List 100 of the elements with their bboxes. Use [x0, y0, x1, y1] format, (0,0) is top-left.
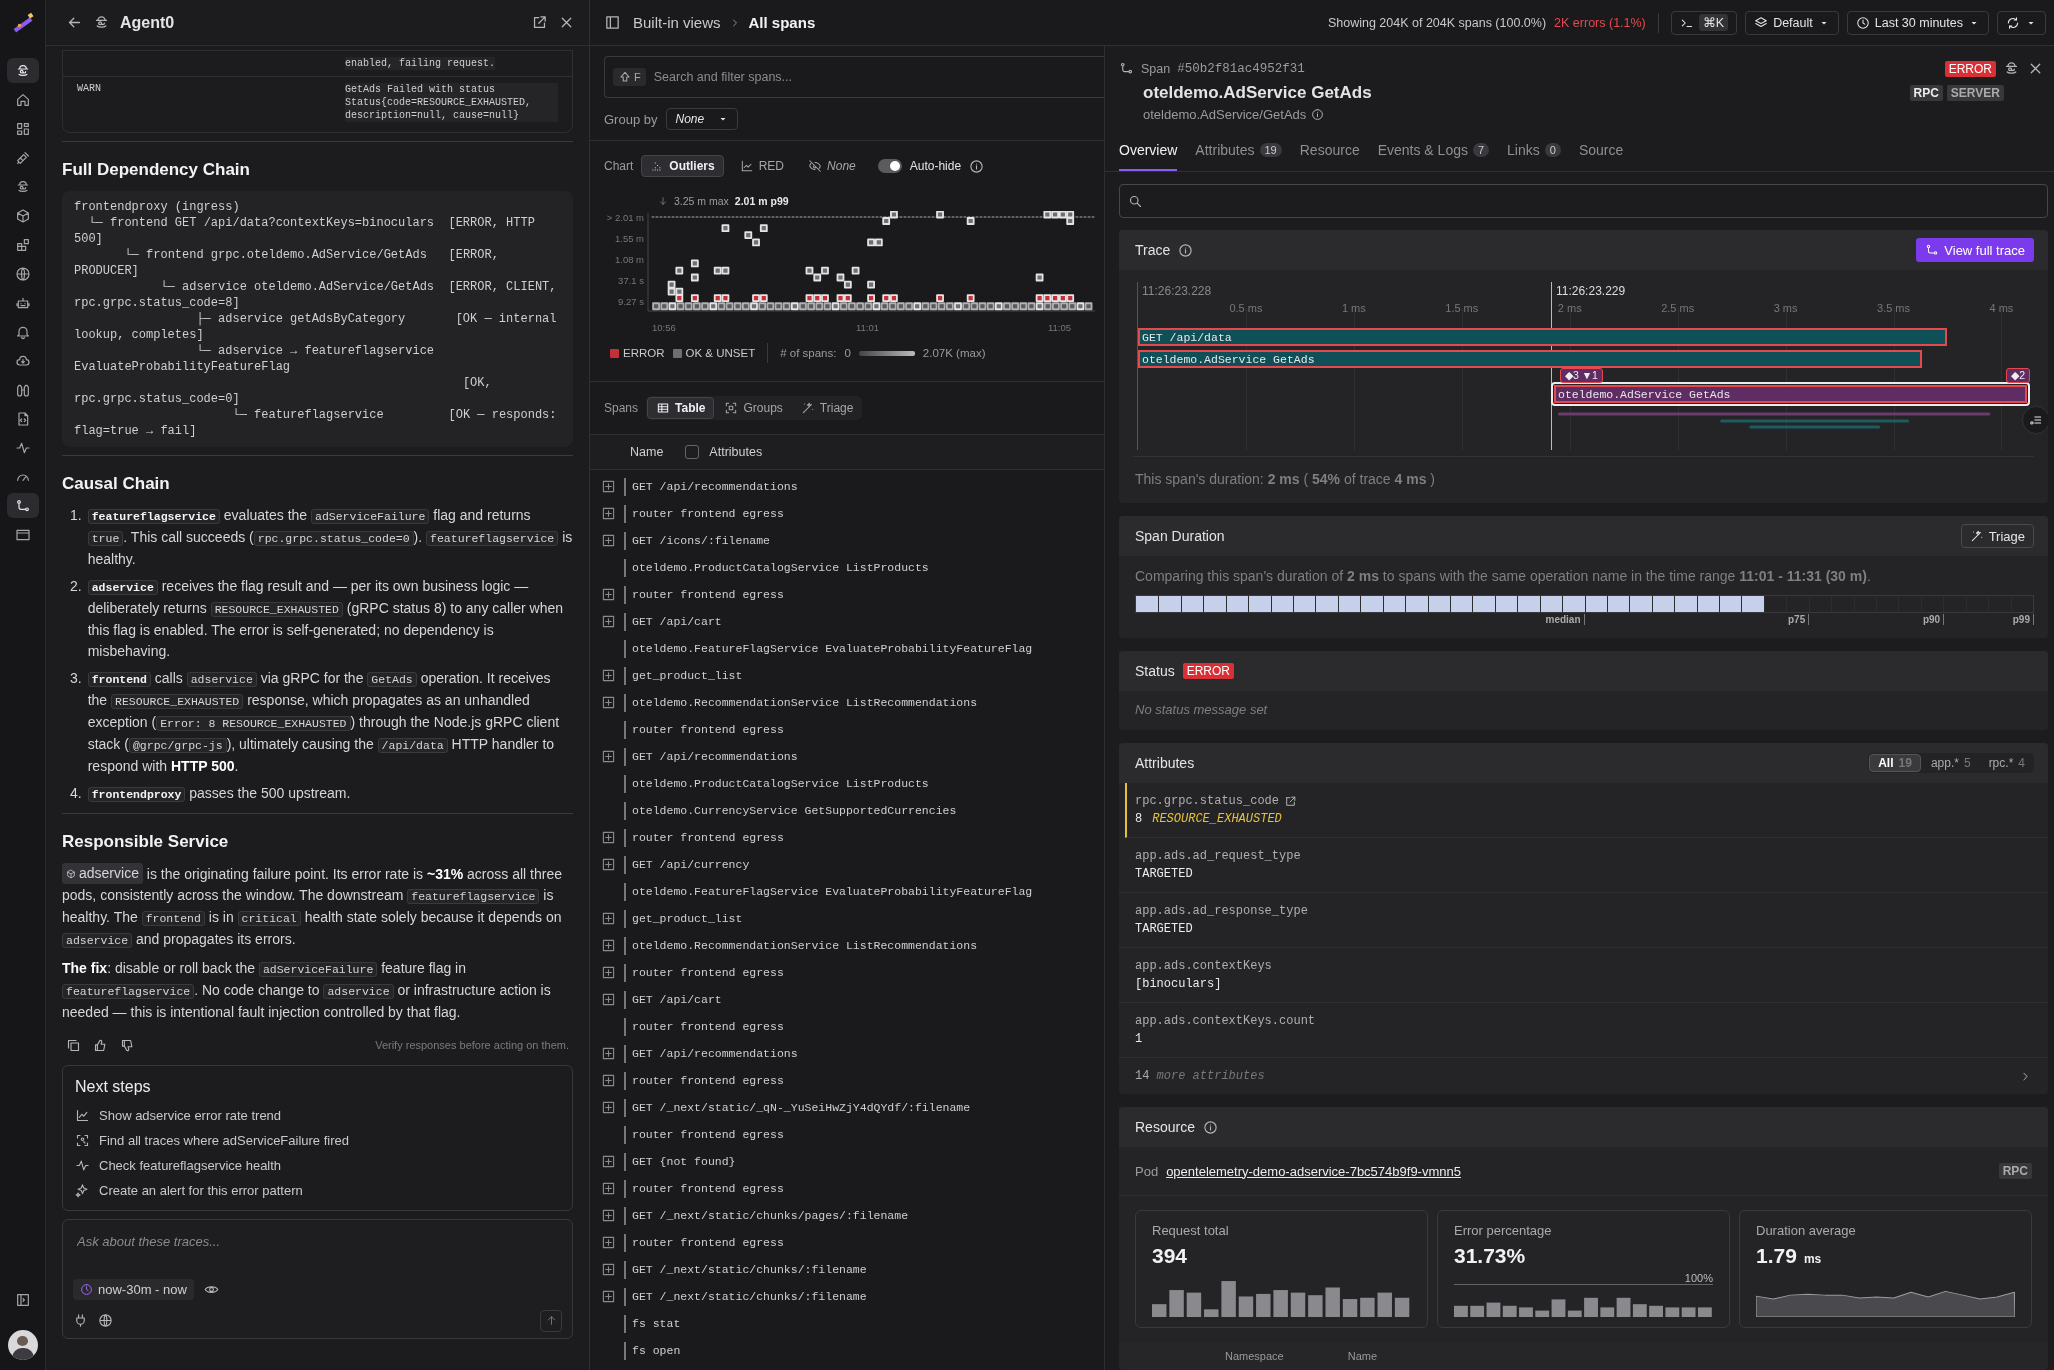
span-name[interactable]: GET /api/currency	[632, 858, 750, 871]
attribute-search-field[interactable]	[1119, 184, 2048, 218]
detail-tab[interactable]: Overview	[1119, 142, 1178, 171]
span-bar[interactable]: GET /api/data	[1138, 328, 1948, 346]
span-name[interactable]: GET /api/recommendations	[632, 1047, 798, 1060]
span-name[interactable]: router frontend egress	[632, 831, 784, 844]
expand-icon[interactable]	[602, 669, 615, 682]
group-by-select[interactable]: None	[666, 108, 739, 130]
span-name[interactable]: fs open	[632, 1344, 681, 1357]
span-name[interactable]: fs stat	[632, 1317, 681, 1330]
sidebar-toggle-icon[interactable]	[604, 14, 621, 31]
view-trace-button[interactable]: View full trace	[1916, 238, 2034, 262]
expand-icon[interactable]	[602, 1290, 615, 1303]
detail-tab[interactable]: Events & Logs 7	[1377, 142, 1490, 171]
attribute-filter-tab[interactable]: rpc.* 4	[1980, 754, 2033, 772]
span-name[interactable]: oteldemo.RecommendationService ListRecommendations	[632, 939, 978, 952]
detail-tab[interactable]: Attributes 19	[1195, 142, 1282, 171]
span-name[interactable]: GET /icons/:filename	[632, 534, 771, 547]
column-header[interactable]: Name	[630, 445, 664, 459]
event-count-badge[interactable]: ◆2	[2006, 368, 2030, 383]
expand-icon[interactable]	[602, 831, 615, 844]
expand-icon[interactable]	[602, 1263, 615, 1276]
triage-button[interactable]: Triage	[1960, 524, 2034, 548]
expand-icon[interactable]	[602, 1155, 615, 1168]
external-link-icon[interactable]	[531, 14, 548, 31]
span-name[interactable]: GET {not found}	[632, 1155, 736, 1168]
span-name[interactable]: oteldemo.FeatureFlagService EvaluateProbabilityFeatureFlag	[632, 642, 1033, 655]
expand-icon[interactable]	[602, 696, 615, 709]
span-name[interactable]: GET /api/recommendations	[632, 480, 798, 493]
globe-icon[interactable]	[98, 1313, 113, 1328]
span-name[interactable]: router frontend egress	[632, 588, 784, 601]
chart-mode-tab[interactable]: None	[800, 155, 864, 177]
expand-icon[interactable]	[602, 1101, 615, 1114]
command-button[interactable]: ⌘K	[1670, 10, 1738, 35]
detail-tab[interactable]: Links 0	[1507, 142, 1561, 171]
span-name[interactable]: router frontend egress	[632, 966, 784, 979]
user-avatar[interactable]	[7, 1330, 38, 1360]
attribute-filter-tab[interactable]: All 19	[1869, 754, 1921, 772]
span-name[interactable]: get_product_list	[632, 669, 743, 682]
expand-icon[interactable]	[602, 939, 615, 952]
breadcrumb-link[interactable]: Built-in views	[633, 14, 721, 31]
suggestion-link[interactable]: Check featureflagservice health	[99, 1157, 282, 1173]
agent-icon[interactable]	[6, 58, 39, 83]
external-link-icon[interactable]	[1284, 794, 1298, 808]
suggestion-link[interactable]: Find all traces where adServiceFailure fired	[99, 1132, 349, 1148]
expand-icon[interactable]	[602, 750, 615, 763]
span-name[interactable]: GET /api/recommendations	[632, 750, 798, 763]
span-name[interactable]: GET /_next/static/chunks/:filename	[632, 1290, 867, 1303]
expand-icon[interactable]	[602, 912, 615, 925]
expand-icon[interactable]	[602, 615, 615, 628]
expand-icon[interactable]	[602, 588, 615, 601]
send-button[interactable]	[540, 1309, 562, 1332]
time-range-chip[interactable]: now-30m - now	[73, 1278, 194, 1300]
detail-tab[interactable]: Source	[1578, 142, 1624, 171]
expand-icon[interactable]	[602, 1182, 615, 1195]
expand-icon[interactable]	[602, 1047, 615, 1060]
expand-icon[interactable]	[602, 858, 615, 871]
span-bar[interactable]: oteldemo.AdService GetAds	[1551, 382, 2030, 406]
time-range-dropdown[interactable]: Last 30 minutes	[1846, 10, 1989, 35]
span-search-field[interactable]: F Search and filter spans...	[604, 56, 1104, 98]
span-name[interactable]: GET /api/cart	[632, 993, 722, 1006]
legend-toggle-button[interactable]	[2022, 406, 2048, 434]
span-name[interactable]: router frontend egress	[632, 1182, 784, 1195]
span-name[interactable]: router frontend egress	[632, 1236, 784, 1249]
span-name[interactable]: router frontend egress	[632, 1074, 784, 1087]
search-input[interactable]: Search and filter spans...	[651, 69, 1096, 85]
span-name[interactable]: get_product_list	[632, 912, 743, 925]
span-name[interactable]: GET /_next/static/_qN-_YuSeiHwZjY4dQYdf/:filename	[632, 1101, 971, 1114]
expand-icon[interactable]	[602, 480, 615, 493]
span-name[interactable]: oteldemo.ProductCatalogService ListProducts	[632, 561, 929, 574]
suggestion-link[interactable]: Show adservice error rate trend	[99, 1107, 282, 1123]
copy-icon[interactable]	[66, 1037, 81, 1053]
chart-mode-tab[interactable]: RED	[731, 155, 793, 177]
event-count-badge[interactable]: ◆3 ▼1	[1559, 368, 1603, 383]
attributes-checkbox[interactable]	[685, 445, 700, 459]
info-icon[interactable]	[969, 158, 985, 174]
info-icon[interactable]	[1178, 242, 1194, 258]
span-name[interactable]: oteldemo.CurrencyService GetSupportedCurrencies	[632, 804, 957, 817]
detail-tab[interactable]: Resource	[1299, 142, 1360, 171]
span-name[interactable]: router frontend egress	[632, 723, 784, 736]
column-header[interactable]: Attributes	[709, 445, 763, 459]
span-name[interactable]: router frontend egress	[632, 1128, 784, 1141]
span-name[interactable]: oteldemo.FeatureFlagService EvaluateProbabilityFeatureFlag	[632, 885, 1033, 898]
expand-icon[interactable]	[602, 993, 615, 1006]
attribute-filter-tab[interactable]: app.* 5	[1922, 754, 1979, 772]
info-icon[interactable]	[1202, 1119, 1218, 1135]
span-name[interactable]: GET /_next/static/chunks/pages/:filename	[632, 1209, 909, 1222]
chat-input[interactable]: Ask about these traces... now-30m - now	[62, 1218, 573, 1339]
expand-icon[interactable]	[602, 1074, 615, 1087]
thumbs-down-icon[interactable]	[120, 1037, 135, 1053]
chart-mode-tab[interactable]: Outliers	[641, 155, 724, 177]
span-bar[interactable]: oteldemo.AdService GetAds	[1138, 350, 1923, 368]
view-dropdown[interactable]: Default	[1745, 10, 1839, 35]
expand-icon[interactable]	[602, 966, 615, 979]
pod-link[interactable]: opentelemetry-demo-adservice-7bc574b9f9-vmnn5	[1166, 1163, 1461, 1179]
agent-icon[interactable]	[2003, 60, 2020, 77]
view-tab[interactable]: Groups	[716, 397, 791, 419]
span-name[interactable]: GET /_next/static/chunks/:filename	[632, 1263, 867, 1276]
view-tab[interactable]: Triage	[792, 397, 862, 419]
expand-icon[interactable]	[602, 1209, 615, 1222]
